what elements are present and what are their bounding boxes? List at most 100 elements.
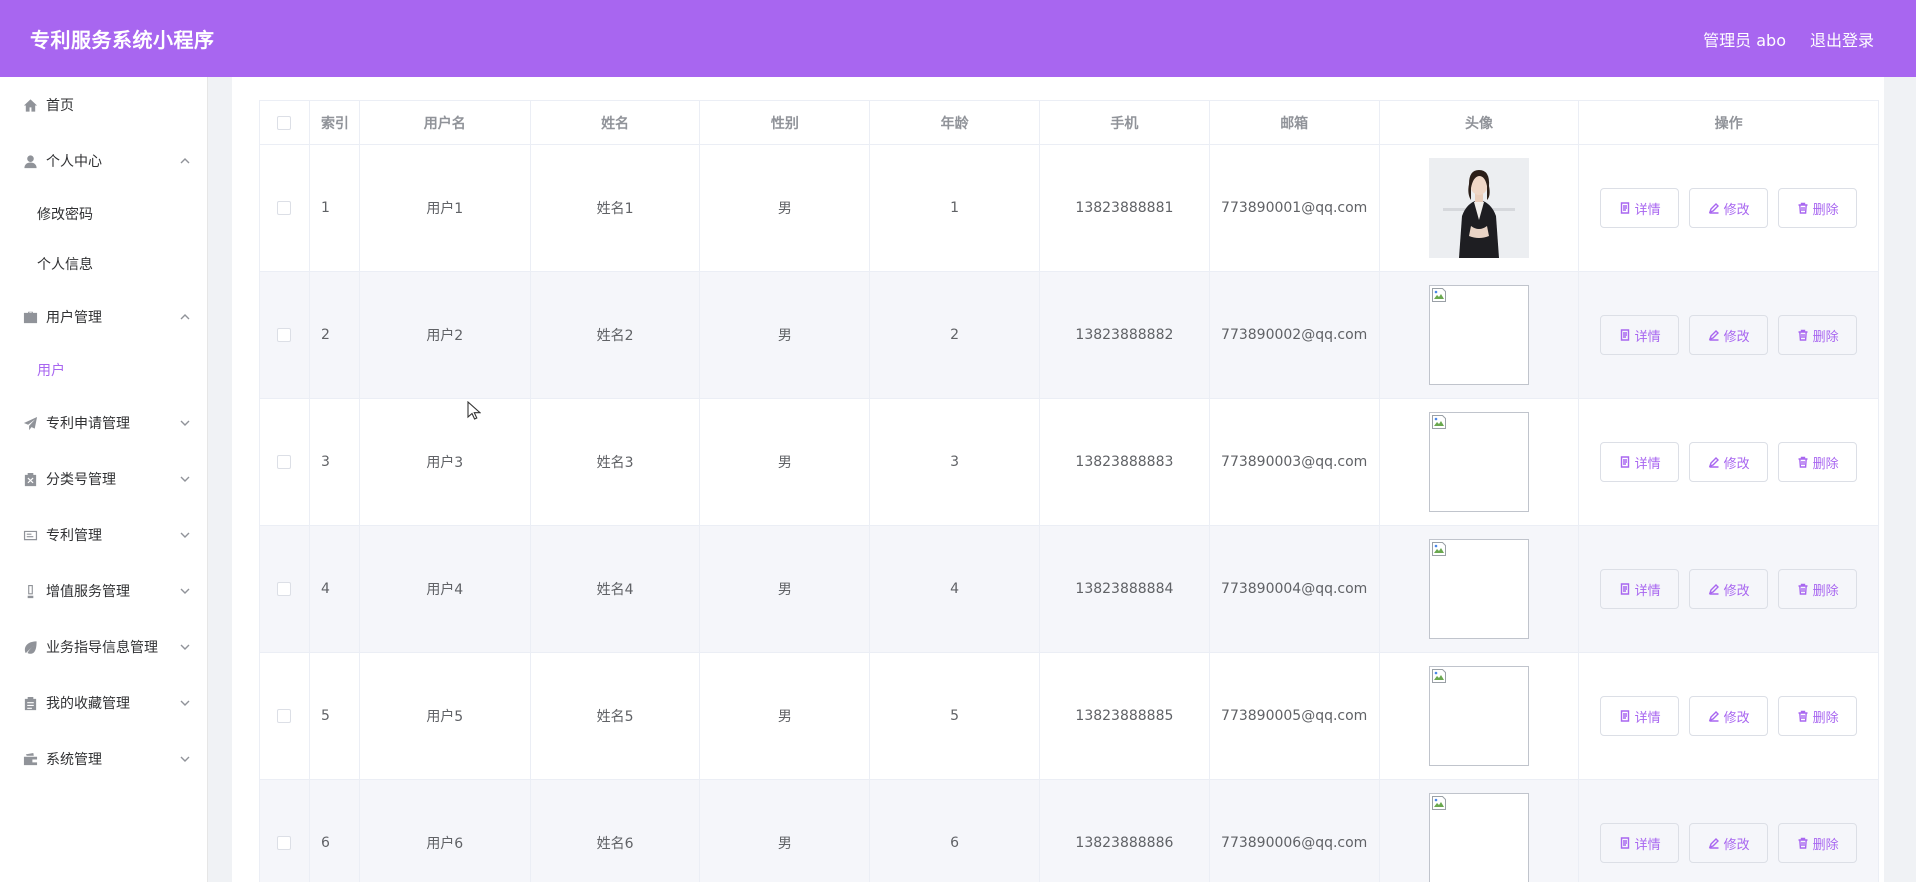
cell-gender: 男 [700, 653, 871, 779]
cell-age: 5 [870, 653, 1041, 779]
broken-image-icon [1431, 669, 1446, 683]
delete-button[interactable]: 删除 [1778, 315, 1858, 355]
sidebar-subitem-change-password[interactable]: 修改密码 [0, 189, 207, 239]
delete-button[interactable]: 删除 [1778, 442, 1858, 482]
trash-icon [1798, 837, 1808, 849]
edit-button[interactable]: 修改 [1689, 569, 1769, 609]
edit-button[interactable]: 修改 [1689, 442, 1769, 482]
cell-avatar [1380, 399, 1580, 525]
sidebar-item-user-management[interactable]: 用户管理 [0, 289, 207, 345]
table-header-row: 索引 用户名 姓名 性别 年龄 手机 邮箱 头像 操作 [260, 101, 1878, 145]
row-checkbox[interactable] [277, 582, 292, 596]
trash-icon [1798, 456, 1808, 468]
avatar-broken [1428, 666, 1529, 766]
sidebar-item-label: 用户管理 [46, 310, 102, 326]
cell-phone: 13823888882 [1040, 272, 1210, 398]
sidebar-item-label: 专利申请管理 [46, 416, 130, 432]
cell-email: 773890002@qq.com [1210, 272, 1380, 398]
sidebar-item-classification[interactable]: 分类号管理 [0, 451, 207, 507]
briefcase-icon [22, 309, 38, 325]
sidebar-item-label: 我的收藏管理 [46, 696, 130, 712]
document-icon [1620, 837, 1629, 849]
row-checkbox[interactable] [277, 455, 292, 469]
row-checkbox[interactable] [277, 709, 292, 723]
edit-button[interactable]: 修改 [1689, 188, 1769, 228]
header-phone: 手机 [1040, 101, 1210, 144]
trash-icon [1798, 710, 1808, 722]
cell-email: 773890003@qq.com [1210, 399, 1380, 525]
header-user-area: 管理员 abo 退出登录 [1703, 27, 1874, 51]
detail-button[interactable]: 详情 [1600, 442, 1680, 482]
detail-button[interactable]: 详情 [1600, 823, 1680, 863]
cell-age: 6 [870, 780, 1041, 882]
sidebar-item-label: 分类号管理 [46, 472, 116, 488]
row-select-cell [260, 399, 310, 525]
detail-button[interactable]: 详情 [1600, 315, 1680, 355]
id-card-icon [22, 527, 38, 543]
cell-age: 3 [870, 399, 1041, 525]
sidebar-item-value-added-service[interactable]: 增值服务管理 [0, 563, 207, 619]
sidebar-item-label: 首页 [46, 98, 74, 114]
microphone-icon [22, 583, 38, 599]
row-select-cell [260, 526, 310, 652]
cell-name: 姓名4 [531, 526, 701, 652]
table-row: 6 用户6 姓名6 男 6 13823888886 773890006@qq.c… [260, 780, 1878, 882]
cell-avatar [1380, 272, 1580, 398]
chevron-up-icon [179, 311, 191, 323]
clipboard-x-icon [22, 471, 38, 487]
cell-actions: 详情 修改 删除 [1579, 653, 1878, 779]
home-icon [22, 97, 38, 113]
sidebar-item-favorites[interactable]: 我的收藏管理 [0, 675, 207, 731]
sidebar-item-patent-application[interactable]: 专利申请管理 [0, 395, 207, 451]
cell-index: 2 [310, 272, 360, 398]
detail-button[interactable]: 详情 [1600, 188, 1680, 228]
row-select-cell [260, 272, 310, 398]
cell-actions: 详情 修改 删除 [1579, 272, 1878, 398]
cell-actions: 详情 修改 删除 [1579, 145, 1878, 271]
trash-icon [1798, 202, 1808, 214]
cell-avatar [1380, 526, 1580, 652]
sidebar-item-patent-management[interactable]: 专利管理 [0, 507, 207, 563]
delete-button[interactable]: 删除 [1778, 188, 1858, 228]
logout-button[interactable]: 退出登录 [1810, 27, 1874, 51]
sidebar-subitem-users[interactable]: 用户 [0, 345, 207, 395]
sidebar-item-system-management[interactable]: 系统管理 [0, 731, 207, 787]
user-table: 索引 用户名 姓名 性别 年龄 手机 邮箱 头像 操作 1 用户1 姓名1 男 … [259, 100, 1879, 882]
clipboard-list-icon [22, 695, 38, 711]
delete-button[interactable]: 删除 [1778, 696, 1858, 736]
admin-user-label: 管理员 abo [1703, 30, 1786, 50]
edit-button[interactable]: 修改 [1689, 315, 1769, 355]
table-row: 1 用户1 姓名1 男 1 13823888881 773890001@qq.c… [260, 145, 1878, 272]
row-checkbox[interactable] [277, 201, 292, 215]
sidebar-item-business-guidance[interactable]: 业务指导信息管理 [0, 619, 207, 675]
detail-button[interactable]: 详情 [1600, 569, 1680, 609]
edit-button[interactable]: 修改 [1689, 823, 1769, 863]
sidebar-item-home[interactable]: 首页 [0, 77, 207, 133]
row-checkbox[interactable] [277, 328, 292, 342]
sidebar-item-label: 专利管理 [46, 528, 102, 544]
broken-image-icon [1431, 288, 1446, 302]
delete-button[interactable]: 删除 [1778, 823, 1858, 863]
edit-button[interactable]: 修改 [1689, 696, 1769, 736]
cell-name: 姓名5 [531, 653, 701, 779]
cell-avatar [1380, 780, 1580, 882]
document-icon [1620, 583, 1629, 595]
detail-button[interactable]: 详情 [1600, 696, 1680, 736]
sidebar-item-label: 个人中心 [46, 154, 102, 170]
edit-icon [1708, 330, 1719, 341]
trash-icon [1798, 329, 1808, 341]
table-row: 5 用户5 姓名5 男 5 13823888885 773890005@qq.c… [260, 653, 1878, 780]
sidebar-subitem-personal-info[interactable]: 个人信息 [0, 239, 207, 289]
top-header: 专利服务系统小程序 管理员 abo 退出登录 [0, 0, 1916, 77]
select-all-cell [260, 101, 310, 144]
chevron-down-icon [179, 697, 191, 709]
delete-button[interactable]: 删除 [1778, 569, 1858, 609]
cell-gender: 男 [700, 399, 871, 525]
sidebar-item-personal-center[interactable]: 个人中心 [0, 133, 207, 189]
avatar-broken [1428, 539, 1529, 639]
cell-username: 用户2 [360, 272, 531, 398]
table-row: 4 用户4 姓名4 男 4 13823888884 773890004@qq.c… [260, 526, 1878, 653]
select-all-checkbox[interactable] [277, 115, 292, 130]
cell-index: 1 [310, 145, 360, 271]
row-checkbox[interactable] [277, 836, 292, 850]
